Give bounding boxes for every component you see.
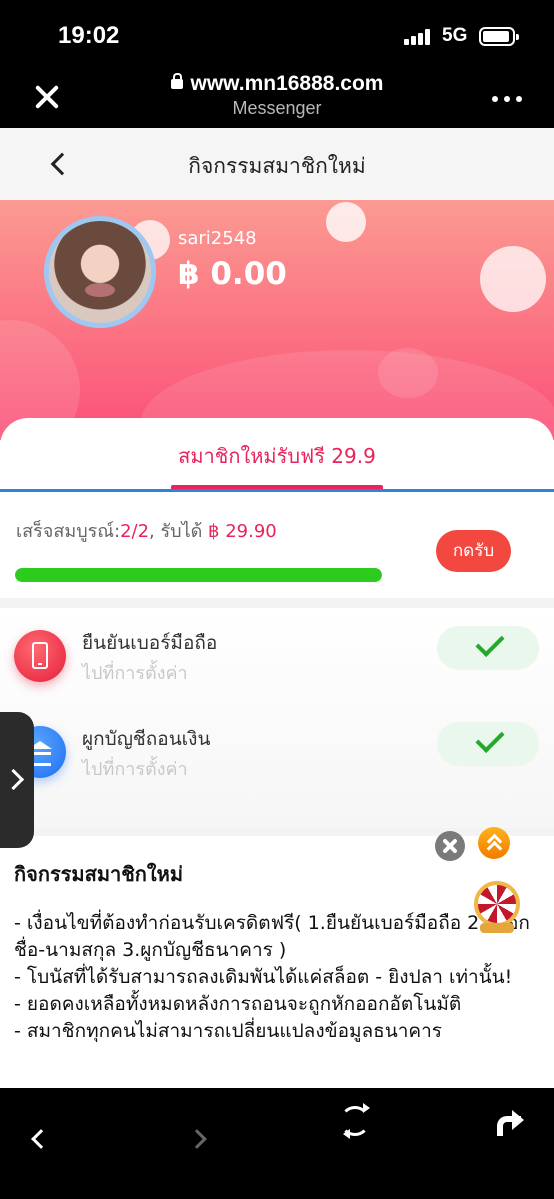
app-name: Messenger bbox=[232, 98, 322, 118]
claim-button[interactable]: กดรับ bbox=[436, 530, 511, 572]
reward-amount: ฿ 29.90 bbox=[208, 521, 277, 542]
close-float-icon[interactable] bbox=[435, 831, 465, 861]
share-icon[interactable] bbox=[497, 1108, 525, 1136]
rules-body: - เงื่อนไขที่ต้องทำก่อนรับเครดิตฟรี( 1.ย… bbox=[14, 910, 534, 1045]
signal-icon bbox=[404, 29, 432, 45]
more-options-icon[interactable] bbox=[492, 96, 524, 104]
task-title: ผูกบัญชีถอนเงิน bbox=[82, 728, 211, 750]
checkmark-icon bbox=[437, 626, 539, 670]
task-subtitle[interactable]: ไปที่การตั้งค่า bbox=[82, 754, 188, 783]
progress-text: เสร็จสมบูรณ์:2/2, รับได้ ฿ 29.90 bbox=[16, 521, 277, 542]
task-subtitle[interactable]: ไปที่การตั้งค่า bbox=[82, 658, 188, 687]
phone-icon bbox=[14, 630, 66, 682]
nav-bar: กิจกรรมสมาชิกใหม่ bbox=[0, 128, 554, 200]
battery-icon bbox=[479, 27, 519, 46]
network-label: 5G bbox=[442, 25, 468, 46]
progress-bar bbox=[15, 568, 382, 582]
rule-line: - เงื่อนไขที่ต้องทำก่อนรับเครดิตฟรี( 1.ย… bbox=[14, 912, 530, 961]
avatar bbox=[44, 216, 156, 328]
rule-line: - สมาชิกทุกคนไม่สามารถเปลี่ยนแปลงข้อมูลธ… bbox=[14, 1020, 443, 1042]
divider bbox=[0, 489, 554, 492]
rule-line: - ยอดคงเหลือทั้งหมดหลังการถอนจะถูกหักออก… bbox=[14, 993, 462, 1015]
rules-section: กิจกรรมสมาชิกใหม่ - เงื่อนไขที่ต้องทำก่อ… bbox=[0, 836, 554, 1088]
task-verify-phone: ยืนยันเบอร์มือถือ ไปที่การตั้งค่า bbox=[0, 608, 554, 704]
tab-bar: สมาชิกใหม่รับฟรี 29.9 bbox=[0, 418, 554, 498]
scroll-top-icon[interactable] bbox=[478, 827, 510, 859]
tab-new-member-bonus[interactable]: สมาชิกใหม่รับฟรี 29.9 bbox=[0, 440, 554, 472]
browser-toolbar bbox=[0, 1088, 554, 1199]
task-title: ยืนยันเบอร์มือถือ bbox=[82, 632, 218, 654]
progress-section: เสร็จสมบูรณ์:2/2, รับได้ ฿ 29.90 กดรับ bbox=[0, 502, 554, 598]
progress-bar-fill bbox=[15, 568, 382, 582]
page-title: กิจกรรมสมาชิกใหม่ bbox=[188, 154, 366, 178]
close-icon[interactable] bbox=[34, 84, 60, 110]
refresh-icon[interactable] bbox=[340, 1103, 370, 1139]
status-bar: 19:02 5G bbox=[0, 0, 554, 70]
forward-icon[interactable] bbox=[187, 1129, 207, 1149]
status-time: 19:02 bbox=[58, 22, 120, 49]
checkmark-icon bbox=[437, 722, 539, 766]
task-link-bank: ผูกบัญชีถอนเงิน ไปที่การตั้งค่า bbox=[0, 704, 554, 800]
address-bar[interactable]: www.mn16888.com Messenger bbox=[120, 72, 434, 119]
lock-icon bbox=[170, 73, 183, 89]
progress-count: 2/2 bbox=[120, 521, 150, 542]
webpage: กิจกรรมสมาชิกใหม่ sari2548 ฿ 0.00 สมาชิก… bbox=[0, 128, 554, 1088]
url-text: www.mn16888.com bbox=[190, 72, 384, 95]
side-drawer-toggle[interactable] bbox=[0, 712, 34, 848]
task-list: ยืนยันเบอร์มือถือ ไปที่การตั้งค่า ผูกบัญ… bbox=[0, 608, 554, 828]
browser-header: www.mn16888.com Messenger bbox=[0, 70, 554, 128]
rules-title: กิจกรรมสมาชิกใหม่ bbox=[14, 862, 184, 886]
profile-banner: sari2548 ฿ 0.00 bbox=[0, 200, 554, 440]
balance: ฿ 0.00 bbox=[178, 256, 287, 292]
lucky-wheel-icon[interactable] bbox=[470, 881, 524, 935]
rule-line: - โบนัสที่ได้รับสามารถลงเดิมพันได้แค่สล็… bbox=[14, 966, 513, 988]
username: sari2548 bbox=[178, 228, 257, 249]
back-icon[interactable] bbox=[31, 1129, 51, 1149]
